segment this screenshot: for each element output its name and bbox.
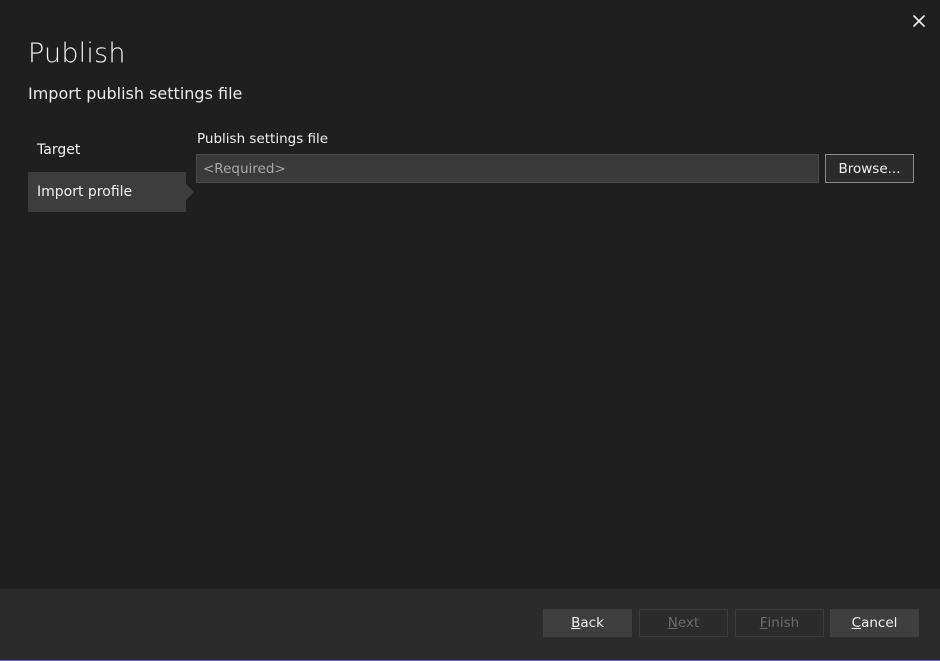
back-accel: B [571, 615, 581, 631]
page-subtitle: Import publish settings file [28, 84, 243, 103]
browse-button[interactable]: Browse... [825, 154, 914, 183]
close-icon [913, 15, 925, 27]
page-title: Publish [28, 38, 126, 69]
publish-settings-file-label: Publish settings file [197, 131, 329, 147]
finish-label: inish [767, 615, 800, 631]
back-label: ack [580, 615, 604, 631]
cancel-button[interactable]: Cancel [830, 609, 919, 637]
step-target[interactable]: Target [28, 130, 186, 170]
close-button[interactable] [908, 10, 930, 32]
finish-accel: F [759, 615, 768, 631]
wizard-steps: Target Import profile [28, 130, 196, 214]
finish-button[interactable]: Finish [735, 609, 824, 637]
footer-bar: Back Next Finish Cancel [0, 589, 940, 661]
cancel-accel: C [851, 615, 862, 631]
cancel-label: ancel [861, 615, 898, 631]
publish-settings-file-input[interactable] [196, 154, 819, 183]
next-accel: N [667, 615, 678, 631]
next-label: ext [677, 615, 700, 631]
publish-dialog: Publish Import publish settings file Tar… [0, 0, 940, 661]
step-label: Import profile [37, 184, 133, 200]
back-button[interactable]: Back [543, 609, 632, 637]
step-label: Target [37, 142, 81, 158]
step-import-profile[interactable]: Import profile [28, 172, 194, 212]
next-button[interactable]: Next [639, 609, 728, 637]
